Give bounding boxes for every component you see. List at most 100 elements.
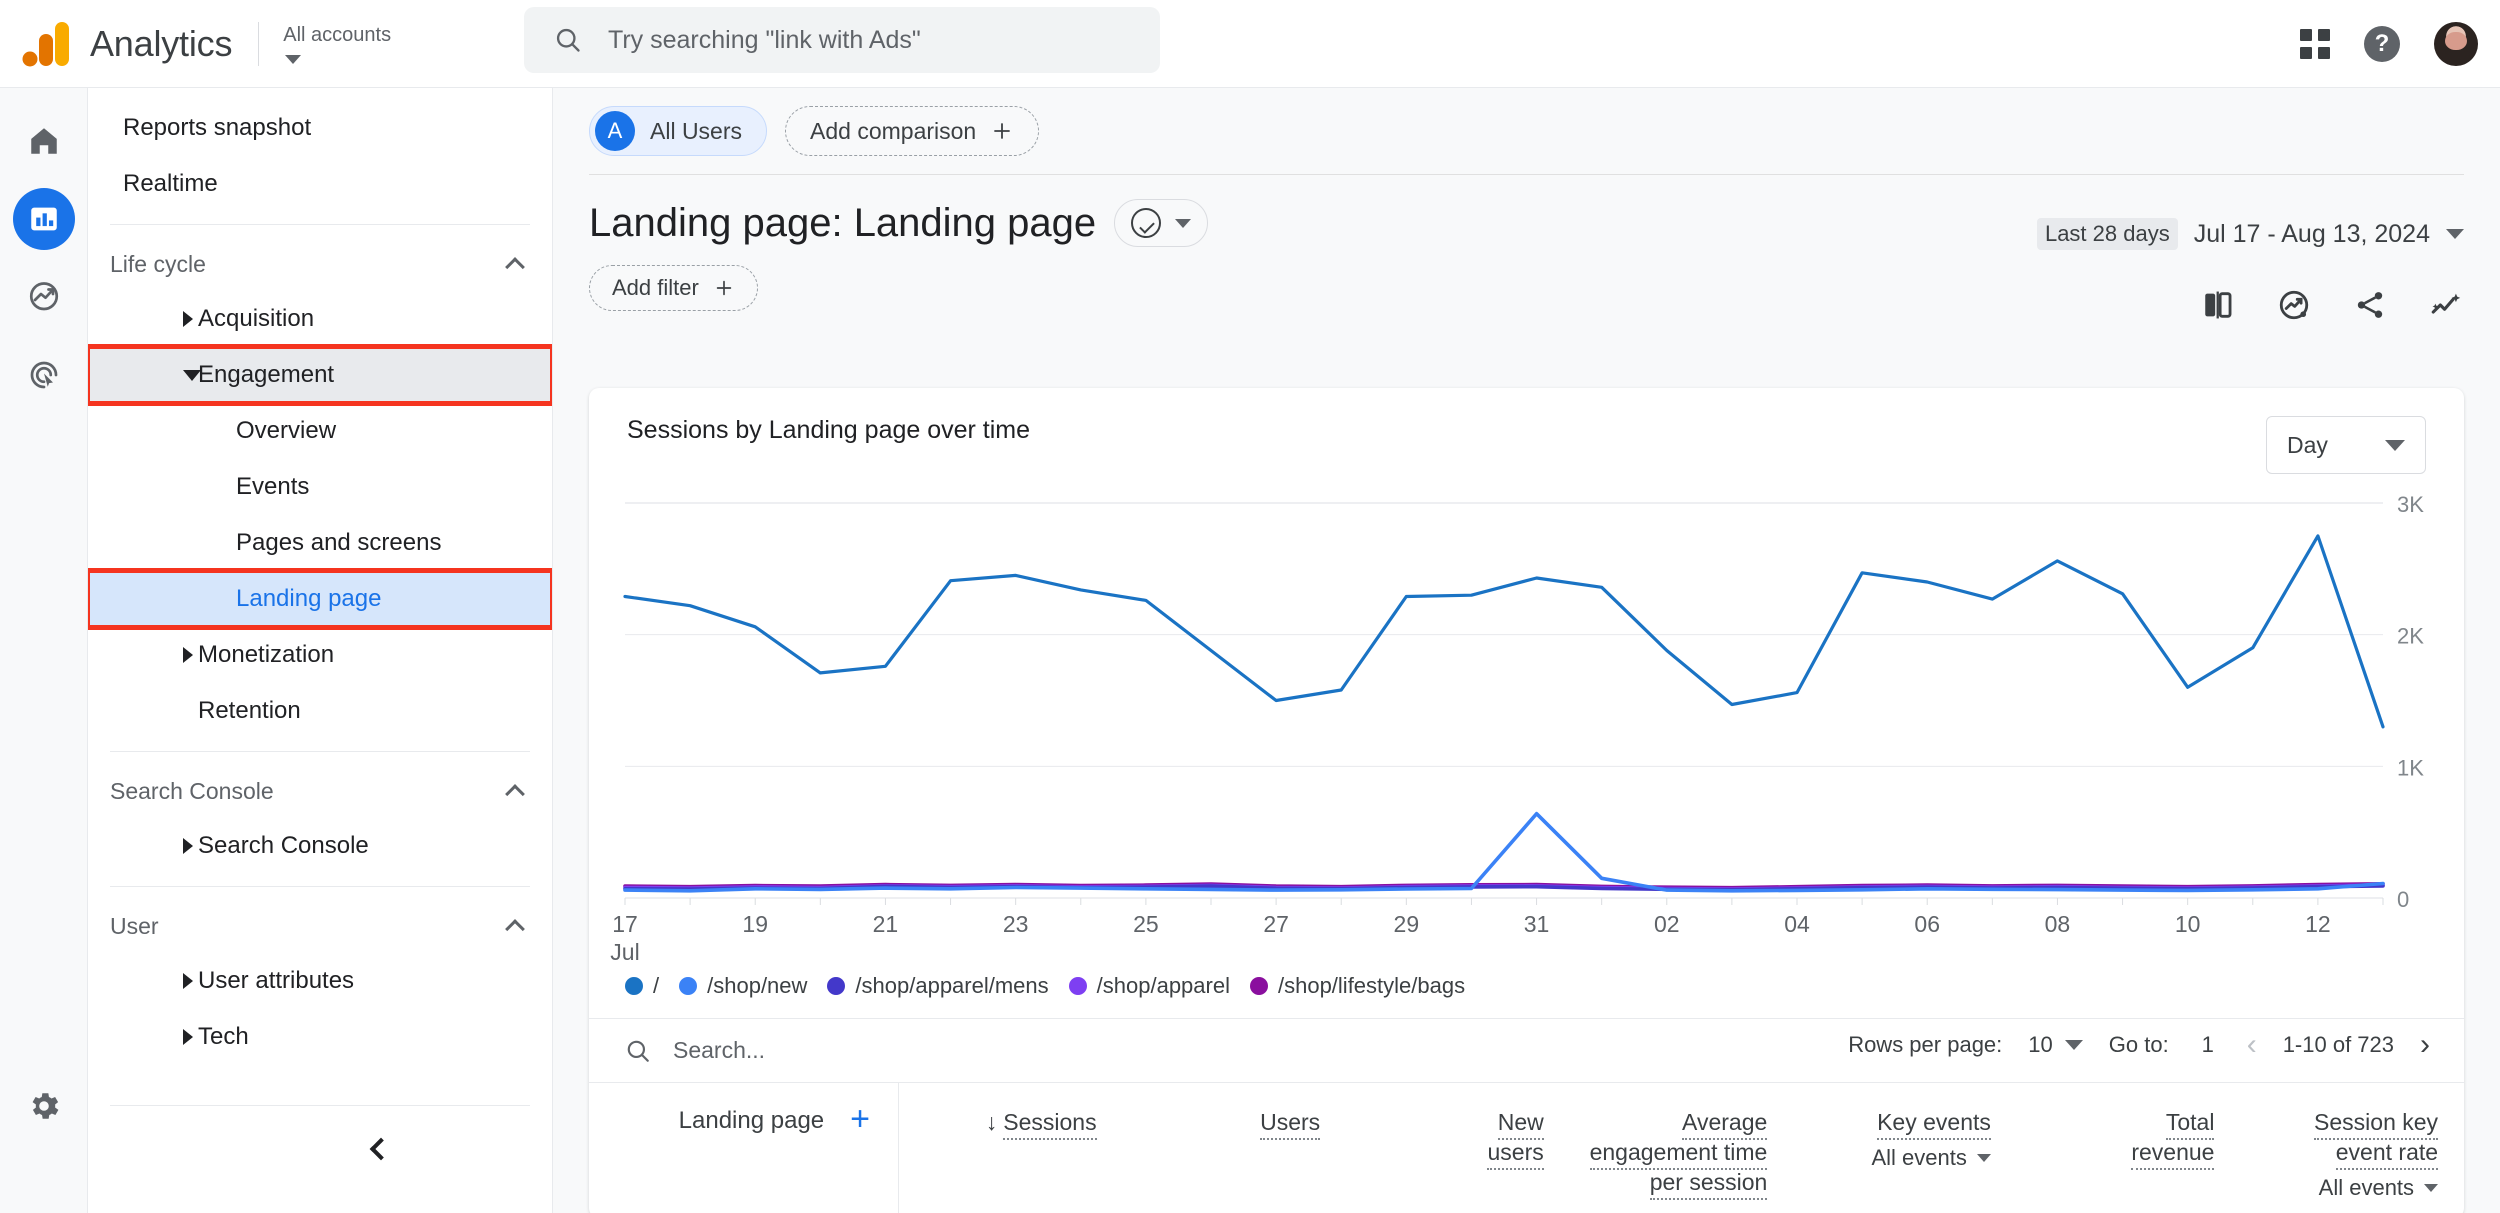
column-header-users[interactable]: Users bbox=[1123, 1083, 1347, 1213]
search-input[interactable] bbox=[608, 26, 1128, 55]
column-header-avg-engagement-time[interactable]: Average engagement time per session bbox=[1570, 1083, 1794, 1213]
sidebar-item-acquisition[interactable]: Acquisition bbox=[88, 291, 552, 347]
compare-columns-icon[interactable] bbox=[2200, 288, 2236, 322]
home-icon bbox=[27, 124, 61, 158]
legend-item[interactable]: /shop/lifestyle/bags bbox=[1250, 973, 1465, 999]
session-key-event-rate-select[interactable]: All events bbox=[2319, 1173, 2438, 1203]
avatar[interactable] bbox=[2434, 22, 2478, 66]
rail-item-reports[interactable] bbox=[13, 188, 75, 250]
legend-item[interactable]: /shop/new bbox=[679, 973, 807, 999]
sidebar-item-reports-snapshot[interactable]: Reports snapshot bbox=[88, 100, 552, 156]
svg-text:2K: 2K bbox=[2397, 624, 2424, 649]
column-header-session-key-event-rate[interactable]: Session key event rate All events bbox=[2240, 1083, 2464, 1213]
svg-text:19: 19 bbox=[742, 911, 768, 937]
sidebar-item-label: Overview bbox=[236, 417, 336, 445]
sidebar-item-label: Search Console bbox=[198, 832, 369, 860]
granularity-select[interactable]: Day bbox=[2266, 416, 2426, 474]
top-app-bar: Analytics All accounts ? bbox=[0, 0, 2500, 88]
apps-grid-icon[interactable] bbox=[2300, 29, 2330, 59]
sidebar-item-engagement[interactable]: Engagement bbox=[88, 347, 552, 403]
next-page-button[interactable]: › bbox=[2420, 1030, 2430, 1060]
chevron-left-icon bbox=[369, 1138, 392, 1161]
chevron-right-icon bbox=[183, 647, 193, 663]
column-header-new-users[interactable]: New users bbox=[1346, 1083, 1570, 1213]
column-label: Key events bbox=[1877, 1109, 1991, 1140]
column-header-sessions[interactable]: ↓Sessions bbox=[899, 1083, 1123, 1213]
sidebar-item-pages-and-screens[interactable]: Pages and screens bbox=[88, 515, 552, 571]
sidebar-item-overview[interactable]: Overview bbox=[88, 403, 552, 459]
global-search[interactable] bbox=[524, 7, 1160, 73]
svg-text:10: 10 bbox=[2175, 911, 2201, 937]
legend-item[interactable]: /shop/apparel/mens bbox=[827, 973, 1048, 999]
svg-text:Jul: Jul bbox=[610, 939, 639, 965]
add-comparison-button[interactable]: Add comparison bbox=[785, 106, 1039, 156]
sidebar-item-retention[interactable]: Retention bbox=[88, 683, 552, 739]
trend-sparkle-icon[interactable] bbox=[2428, 288, 2464, 322]
svg-text:08: 08 bbox=[2045, 911, 2071, 937]
sidebar-item-label: Tech bbox=[198, 1023, 249, 1051]
svg-text:04: 04 bbox=[1784, 911, 1810, 937]
chevron-down-icon bbox=[2424, 1184, 2438, 1192]
account-selector[interactable]: All accounts bbox=[283, 23, 391, 64]
date-range-badge: Last 28 days bbox=[2037, 218, 2178, 250]
legend-item[interactable]: /shop/apparel bbox=[1069, 973, 1230, 999]
key-events-select[interactable]: All events bbox=[1872, 1143, 1991, 1173]
chevron-right-icon bbox=[183, 973, 193, 989]
plus-icon bbox=[990, 119, 1014, 143]
sidebar-item-events[interactable]: Events bbox=[88, 459, 552, 515]
sidebar-item-tech[interactable]: Tech bbox=[88, 1009, 552, 1065]
divider bbox=[258, 22, 259, 66]
collapse-nav-button[interactable] bbox=[350, 1121, 406, 1177]
column-header-key-events[interactable]: Key events All events bbox=[1793, 1083, 2017, 1213]
help-icon[interactable]: ? bbox=[2364, 26, 2400, 62]
dimension-selector[interactable] bbox=[1114, 199, 1208, 247]
column-header-total-revenue[interactable]: Total revenue bbox=[2017, 1083, 2241, 1213]
comparison-chips: A All Users Add comparison bbox=[589, 106, 2464, 156]
sidebar-item-label: Realtime bbox=[123, 170, 218, 198]
chart-card-header: Sessions by Landing page over time Day bbox=[589, 388, 2464, 474]
sidebar-item-user-attributes[interactable]: User attributes bbox=[88, 953, 552, 1009]
advertising-icon bbox=[26, 357, 62, 393]
chevron-down-icon bbox=[2385, 440, 2405, 451]
column-label: Sessions bbox=[1003, 1109, 1096, 1140]
svg-text:17: 17 bbox=[612, 911, 638, 937]
rows-per-page-label: Rows per page: bbox=[1848, 1032, 2002, 1058]
svg-text:29: 29 bbox=[1394, 911, 1420, 937]
table-search-input[interactable] bbox=[673, 1037, 1213, 1064]
chevron-down-icon bbox=[2446, 229, 2464, 239]
audience-chip-all-users[interactable]: A All Users bbox=[589, 106, 767, 156]
previous-page-button[interactable]: ‹ bbox=[2247, 1030, 2257, 1060]
audience-chip-label: All Users bbox=[650, 118, 742, 145]
share-icon[interactable] bbox=[2352, 288, 2388, 322]
add-dimension-button[interactable]: + bbox=[850, 1107, 870, 1131]
sidebar-item-monetization[interactable]: Monetization bbox=[88, 627, 552, 683]
time-series-chart[interactable]: 01K2K3K17Jul19212325272931020406081012 bbox=[589, 493, 2464, 968]
table-header-dimension: Landing page + bbox=[589, 1083, 899, 1213]
chevron-right-icon bbox=[183, 838, 193, 854]
date-range-picker[interactable]: Last 28 days Jul 17 - Aug 13, 2024 bbox=[2037, 218, 2464, 250]
chart-legend: / /shop/new /shop/apparel/mens /shop/app… bbox=[625, 973, 1465, 999]
divider bbox=[110, 886, 530, 887]
svg-text:23: 23 bbox=[1003, 911, 1029, 937]
sidebar-section-life-cycle[interactable]: Life cycle bbox=[88, 237, 552, 291]
rows-per-page-select[interactable]: 10 bbox=[2028, 1032, 2082, 1058]
chevron-down-icon bbox=[285, 55, 301, 64]
rail-item-home[interactable] bbox=[13, 110, 75, 172]
sidebar-item-search-console[interactable]: Search Console bbox=[88, 818, 552, 874]
sidebar-item-label: Acquisition bbox=[198, 305, 314, 333]
sidebar-section-user[interactable]: User bbox=[88, 899, 552, 953]
insights-icon[interactable] bbox=[2276, 288, 2312, 322]
sidebar-section-search-console[interactable]: Search Console bbox=[88, 764, 552, 818]
legend-label: /shop/apparel bbox=[1097, 973, 1230, 999]
chevron-up-icon bbox=[505, 257, 525, 277]
rail-item-advertising[interactable] bbox=[13, 344, 75, 406]
rail-item-explore[interactable] bbox=[13, 266, 75, 328]
legend-item[interactable]: / bbox=[625, 973, 659, 999]
sidebar-item-realtime[interactable]: Realtime bbox=[88, 156, 552, 212]
add-filter-button[interactable]: Add filter bbox=[589, 265, 758, 311]
sidebar-item-landing-page[interactable]: Landing page bbox=[88, 571, 552, 627]
go-to-input[interactable]: 1 bbox=[2195, 1032, 2221, 1058]
rail-item-admin[interactable] bbox=[13, 1075, 75, 1137]
icon-rail bbox=[0, 88, 88, 1213]
chart-card: Sessions by Landing page over time Day 0… bbox=[589, 388, 2464, 1213]
